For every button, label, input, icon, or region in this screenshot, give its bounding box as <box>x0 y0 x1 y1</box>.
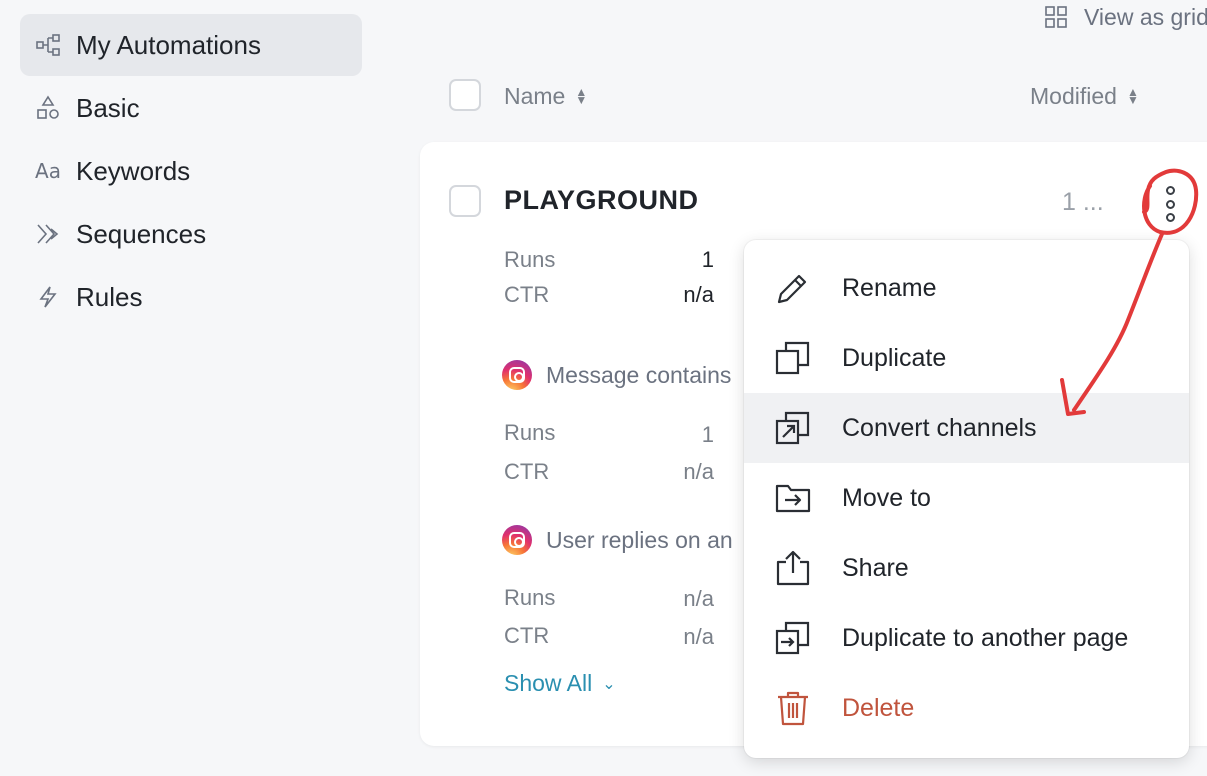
ctr-label: CTR <box>504 459 550 484</box>
runs-value: 1 <box>701 247 714 272</box>
menu-item-duplicate[interactable]: Duplicate <box>744 323 1189 393</box>
share-icon <box>774 549 812 587</box>
sidebar-item-label: Keywords <box>76 155 191 186</box>
sort-icon: ▲ ▼ <box>1126 85 1139 107</box>
sidebar-item-label: Rules <box>76 281 143 312</box>
chevron-down-icon: ⌄ <box>602 675 616 693</box>
ctr-label: CTR <box>504 282 550 307</box>
trigger-item[interactable]: User replies on an <box>502 525 733 555</box>
ctr-label: CTR <box>504 623 550 648</box>
duplicate-icon <box>774 339 812 377</box>
text-aa-icon: Aa <box>35 159 61 183</box>
menu-item-duplicate-to-another-page[interactable]: Duplicate to another page <box>744 603 1189 673</box>
menu-item-label: Rename <box>842 273 937 302</box>
runs-value: n/a <box>683 586 714 611</box>
column-header-modified[interactable]: Modified ▲ ▼ <box>1030 76 1139 116</box>
more-options-button[interactable] <box>1160 186 1180 222</box>
trigger-item[interactable]: Message contains <box>502 360 731 390</box>
context-menu: Rename Duplicate Convert channels Move t… <box>744 240 1189 758</box>
menu-item-label: Move to <box>842 483 931 512</box>
automation-title[interactable]: PLAYGROUND <box>504 185 699 216</box>
row-checkbox[interactable] <box>449 185 481 217</box>
instagram-icon <box>502 360 532 390</box>
instagram-icon <box>502 525 532 555</box>
convert-icon <box>774 409 812 447</box>
runs-value: 1 <box>701 422 714 447</box>
sidebar-item-label: My Automations <box>76 29 261 60</box>
pencil-icon <box>774 269 812 307</box>
sort-icon: ▲ ▼ <box>575 85 588 107</box>
kebab-dot <box>1165 213 1175 222</box>
trigger-label: Message contains <box>546 361 732 388</box>
menu-item-share[interactable]: Share <box>744 533 1189 603</box>
ctr-value: n/a <box>683 282 714 307</box>
sidebar-item-keywords[interactable]: Aa Keywords <box>20 140 362 202</box>
lightning-icon <box>34 283 62 311</box>
folder-move-icon <box>774 479 812 517</box>
view-as-grid-label: View as grid <box>1084 3 1207 30</box>
sidebar: My Automations Basic Aa Keywords Sequenc… <box>0 0 390 776</box>
menu-item-label: Duplicate <box>842 343 947 372</box>
column-header-name[interactable]: Name ▲ ▼ <box>504 76 587 116</box>
kebab-dot <box>1165 186 1175 195</box>
menu-item-label: Duplicate to another page <box>842 623 1129 652</box>
trigger-label: User replies on an <box>546 526 733 553</box>
menu-item-move-to[interactable]: Move to <box>744 463 1189 533</box>
runs-label: Runs <box>504 420 556 445</box>
select-all-checkbox[interactable] <box>449 79 481 111</box>
grid-icon <box>1045 6 1067 28</box>
sidebar-item-label: Sequences <box>76 218 207 249</box>
shapes-icon <box>34 94 62 122</box>
sidebar-item-rules[interactable]: Rules <box>20 266 362 328</box>
show-all-button[interactable]: Show All ⌄ <box>504 670 616 697</box>
view-as-grid-button[interactable]: View as grid <box>1044 0 1207 34</box>
ctr-value: n/a <box>683 624 714 649</box>
menu-item-label: Share <box>842 553 909 582</box>
kebab-dot <box>1165 199 1175 209</box>
flow-icon <box>34 31 62 59</box>
sidebar-item-sequences[interactable]: Sequences <box>20 203 362 265</box>
double-chevron-icon <box>34 220 62 248</box>
show-all-label: Show All <box>504 670 593 696</box>
menu-item-label: Delete <box>842 693 915 722</box>
column-header-modified-label: Modified <box>1030 82 1117 109</box>
menu-item-delete[interactable]: Delete <box>744 673 1189 743</box>
sidebar-item-label: Basic <box>76 92 140 123</box>
ctr-value: n/a <box>683 459 714 484</box>
menu-item-convert-channels[interactable]: Convert channels <box>744 393 1189 463</box>
duplicate-page-icon <box>774 619 812 657</box>
runs-label: Runs <box>504 247 556 272</box>
trash-icon <box>774 689 812 727</box>
column-header-name-label: Name <box>504 82 566 109</box>
sidebar-item-my-automations[interactable]: My Automations <box>20 14 362 76</box>
runs-label: Runs <box>504 585 556 610</box>
modified-date-truncated: 1 ... <box>1062 188 1104 216</box>
menu-item-label: Convert channels <box>842 413 1037 442</box>
menu-item-rename[interactable]: Rename <box>744 253 1189 323</box>
sidebar-item-basic[interactable]: Basic <box>20 77 362 139</box>
